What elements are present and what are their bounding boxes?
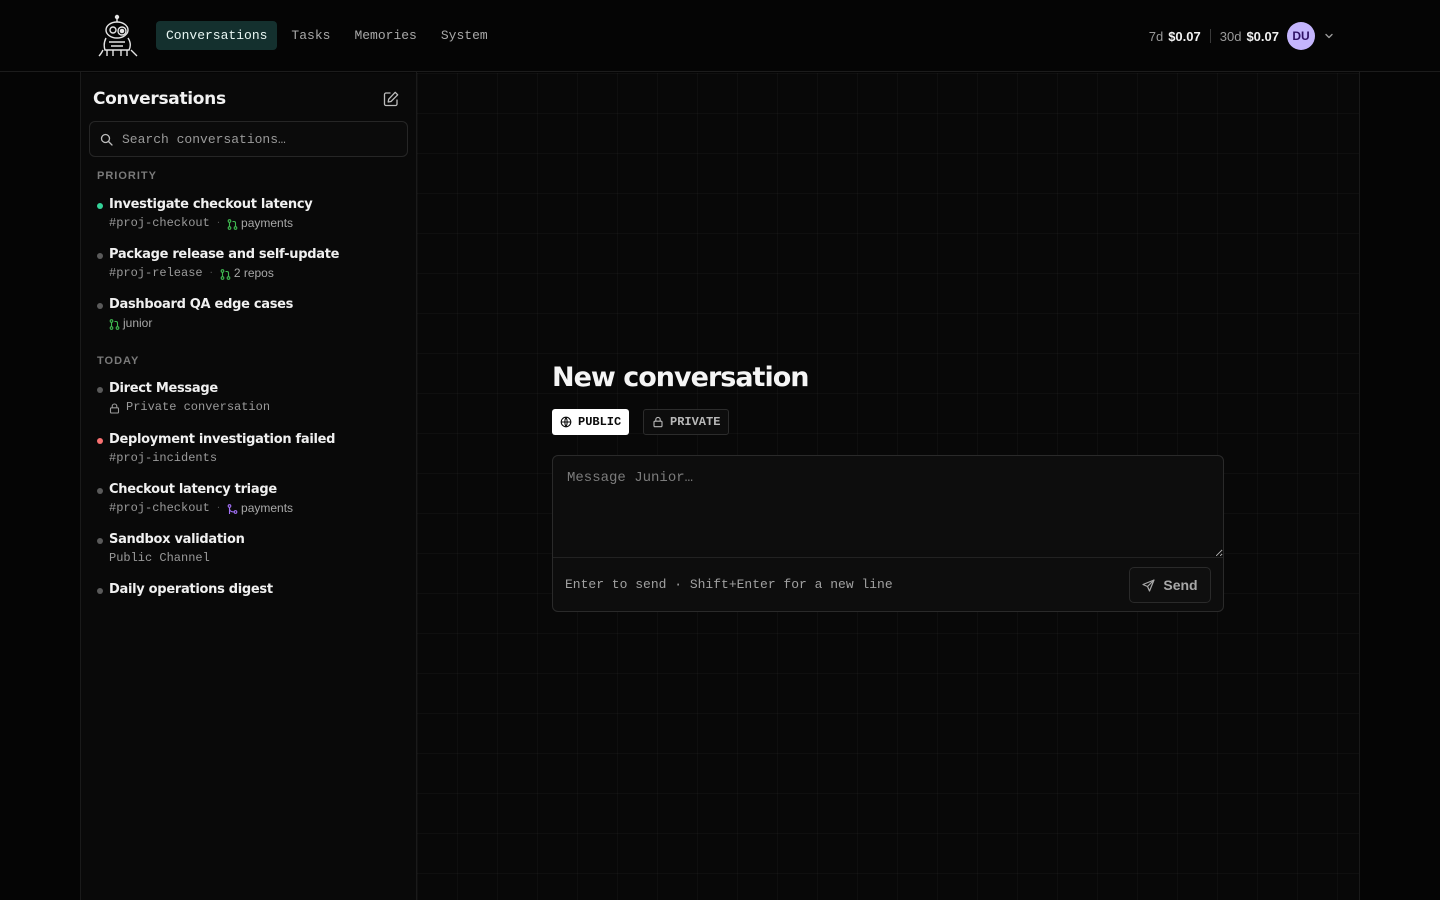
visibility-private-button[interactable]: PRIVATE bbox=[643, 409, 730, 435]
conversation-channel: #proj-release bbox=[109, 266, 203, 280]
meta-separator: · bbox=[216, 502, 221, 514]
search-icon bbox=[100, 133, 113, 146]
conversation-meta: Private conversation bbox=[109, 400, 270, 414]
meta-separator: · bbox=[216, 217, 221, 229]
status-dot bbox=[97, 387, 103, 393]
conversation-meta: #proj-checkout · payments bbox=[109, 216, 293, 230]
conversation-meta: Public Channel bbox=[109, 551, 210, 565]
visibility-public-label: PUBLIC bbox=[578, 415, 622, 429]
send-button[interactable]: Send bbox=[1129, 567, 1211, 603]
pull-request-icon bbox=[109, 318, 120, 330]
conversation-title: Investigate checkout latency bbox=[109, 197, 313, 212]
conversation-title: Dashboard QA edge cases bbox=[109, 297, 294, 312]
pull-request-icon bbox=[227, 218, 238, 230]
search-box bbox=[89, 121, 408, 157]
pull-request-icon bbox=[220, 268, 231, 280]
conversation-item[interactable]: Daily operations digest bbox=[95, 582, 405, 604]
section-label-priority: PRIORITY bbox=[97, 170, 157, 182]
status-dot bbox=[97, 438, 103, 444]
composer-hint: Enter to send · Shift+Enter for a new li… bbox=[565, 577, 893, 592]
frame-divider-right bbox=[1359, 72, 1360, 900]
nav-system[interactable]: System bbox=[431, 21, 498, 50]
conversations-sidebar: Conversations PRIORITY Investigate check… bbox=[81, 73, 416, 900]
lock-icon bbox=[109, 402, 120, 414]
new-conversation-edit-icon[interactable] bbox=[382, 90, 400, 108]
chevron-down-icon[interactable] bbox=[1323, 30, 1335, 42]
globe-icon bbox=[560, 416, 572, 428]
conversation-meta: #proj-release · 2 repos bbox=[109, 266, 274, 280]
conversation-title: Checkout latency triage bbox=[109, 482, 277, 497]
message-input[interactable] bbox=[553, 456, 1223, 558]
conversation-channel: #proj-checkout bbox=[109, 216, 210, 230]
nav-memories[interactable]: Memories bbox=[344, 21, 426, 50]
conversation-repo: payments bbox=[241, 216, 294, 230]
status-dot bbox=[97, 253, 103, 259]
sidebar-title: Conversations bbox=[93, 89, 226, 109]
send-label: Send bbox=[1163, 577, 1198, 593]
user-avatar[interactable]: DU bbox=[1287, 22, 1315, 50]
conversation-item[interactable]: Dashboard QA edge cases junior bbox=[95, 297, 405, 337]
usage-month-label: 30d bbox=[1219, 28, 1242, 44]
conversation-repo: 2 repos bbox=[233, 266, 274, 280]
conversation-title: Deployment investigation failed bbox=[109, 432, 336, 447]
status-dot bbox=[97, 488, 103, 494]
usage-month-amount: $0.07 bbox=[1246, 28, 1279, 44]
conversation-channel: #proj-incidents bbox=[109, 451, 218, 465]
meta-separator: · bbox=[209, 267, 213, 279]
conversation-title: Package release and self-update bbox=[109, 247, 340, 262]
conversation-item[interactable]: Investigate checkout latency #proj-check… bbox=[95, 197, 405, 237]
main-nav: Conversations Tasks Memories System bbox=[156, 21, 502, 50]
visibility-private-label: PRIVATE bbox=[670, 415, 721, 429]
lock-icon bbox=[653, 416, 663, 428]
conversation-channel: Private conversation bbox=[126, 400, 271, 414]
conversation-meta: #proj-incidents bbox=[109, 451, 217, 465]
status-dot bbox=[97, 588, 103, 594]
merge-icon bbox=[227, 503, 238, 514]
conversation-item[interactable]: Direct Message Private conversation bbox=[95, 381, 405, 421]
usage-summary: 7d $0.07 30d $0.07 DU bbox=[1149, 22, 1335, 50]
conversation-title: Sandbox validation bbox=[109, 532, 245, 547]
conversation-title: Direct Message bbox=[109, 381, 218, 396]
send-icon bbox=[1142, 578, 1155, 592]
usage-divider bbox=[1209, 29, 1211, 43]
page-title: New conversation bbox=[552, 362, 809, 393]
conversation-item[interactable]: Sandbox validation Public Channel bbox=[95, 532, 405, 572]
status-dot bbox=[97, 303, 103, 309]
nav-tasks[interactable]: Tasks bbox=[281, 21, 340, 50]
conversation-title: Daily operations digest bbox=[109, 582, 273, 597]
conversation-channel: Public Channel bbox=[109, 551, 210, 565]
conversation-meta: #proj-checkout · payments bbox=[109, 501, 293, 515]
conversation-repo: junior bbox=[123, 316, 153, 330]
conversation-item[interactable]: Package release and self-update #proj-re… bbox=[95, 247, 405, 287]
visibility-public-button[interactable]: PUBLIC bbox=[552, 409, 630, 435]
message-composer: Enter to send · Shift+Enter for a new li… bbox=[552, 455, 1224, 612]
usage-week-label: 7d bbox=[1148, 28, 1164, 44]
status-dot bbox=[97, 203, 103, 209]
usage-week-amount: $0.07 bbox=[1168, 28, 1201, 44]
robot-logo-icon[interactable] bbox=[95, 14, 139, 58]
conversation-repo: payments bbox=[241, 501, 294, 515]
conversation-meta: junior bbox=[109, 316, 152, 330]
conversation-item[interactable]: Checkout latency triage #proj-checkout ·… bbox=[95, 482, 405, 522]
top-bar: Conversations Tasks Memories System 7d $… bbox=[0, 0, 1440, 72]
conversation-item[interactable]: Deployment investigation failed #proj-in… bbox=[95, 432, 405, 472]
search-input[interactable] bbox=[122, 122, 402, 156]
conversation-channel: #proj-checkout bbox=[109, 501, 210, 515]
status-dot bbox=[97, 538, 103, 544]
section-label-today: TODAY bbox=[97, 355, 140, 367]
nav-conversations[interactable]: Conversations bbox=[156, 21, 278, 50]
